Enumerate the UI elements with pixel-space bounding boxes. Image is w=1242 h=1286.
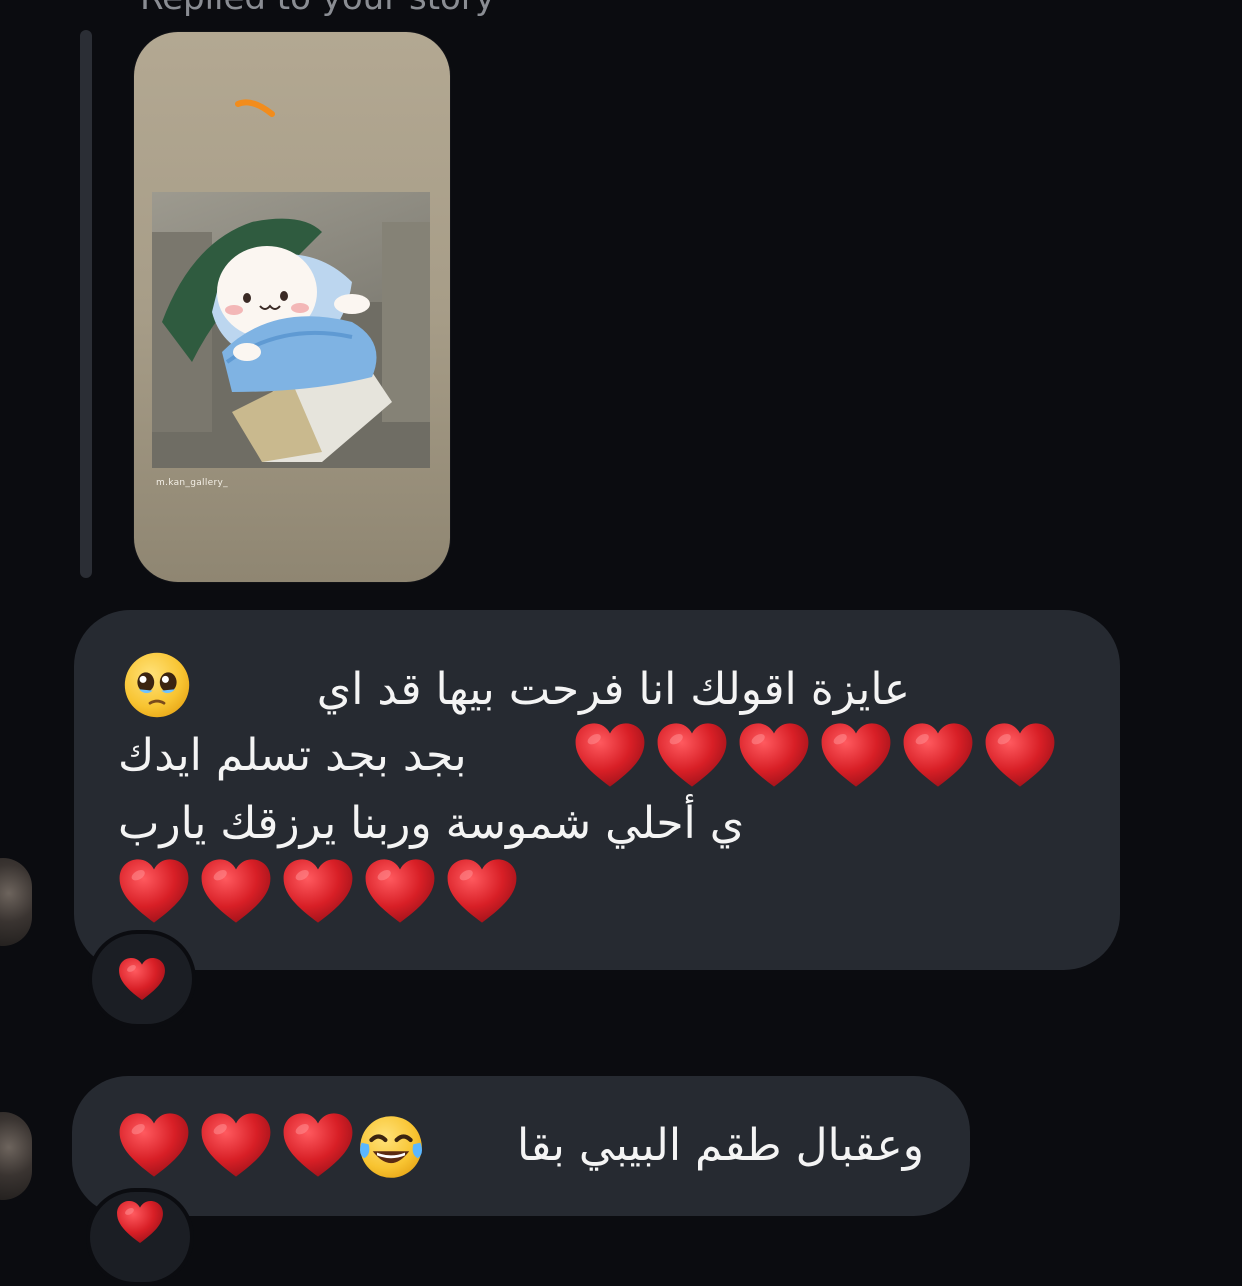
red-heart-icon xyxy=(364,858,436,924)
red-heart-icon xyxy=(282,1112,354,1178)
story-sticker-mark xyxy=(235,99,275,117)
red-heart-icon xyxy=(820,722,892,788)
reply-indicator-bar xyxy=(80,30,92,578)
message-line-3: ي أحلي شموسة وربنا يرزقك يارب xyxy=(118,798,745,849)
red-heart-icon xyxy=(446,858,518,924)
reply-caption: Replied to your story xyxy=(140,0,700,18)
hearts-line-2 xyxy=(574,722,1056,788)
message-line-2-text: بجد بجد تسلم ايدك xyxy=(118,730,467,781)
red-heart-icon xyxy=(282,858,354,924)
red-heart-icon xyxy=(984,722,1056,788)
red-heart-icon xyxy=(118,957,166,1001)
red-heart-icon xyxy=(118,1112,190,1178)
red-heart-icon xyxy=(200,858,272,924)
hearts-line-4 xyxy=(118,858,518,924)
red-heart-icon xyxy=(902,722,974,788)
cartoon-seal-image xyxy=(152,218,430,468)
sender-avatar[interactable] xyxy=(0,858,32,946)
red-heart-icon xyxy=(116,1200,164,1244)
message-reaction[interactable] xyxy=(86,1188,194,1286)
story-watermark: m.kan_gallery_ xyxy=(156,478,228,488)
red-heart-icon xyxy=(738,722,810,788)
sender-avatar[interactable] xyxy=(0,1112,32,1200)
story-preview[interactable]: m.kan_gallery_ xyxy=(134,32,450,582)
red-heart-icon xyxy=(656,722,728,788)
red-heart-icon xyxy=(574,722,646,788)
tears-of-joy-icon xyxy=(360,1116,422,1178)
message-bubble[interactable]: عايزة اقولك انا فرحت بيها قد اي بجد بجد … xyxy=(74,610,1120,970)
message-bubble[interactable]: وعقبال طقم البيبي بقا xyxy=(72,1076,970,1216)
hearts-row xyxy=(118,1112,354,1178)
story-photo xyxy=(152,192,430,468)
pleading-face-icon xyxy=(124,652,190,718)
message-text: وعقبال طقم البيبي بقا xyxy=(517,1120,924,1171)
message-reaction[interactable] xyxy=(88,930,196,1028)
red-heart-icon xyxy=(118,858,190,924)
red-heart-icon xyxy=(200,1112,272,1178)
